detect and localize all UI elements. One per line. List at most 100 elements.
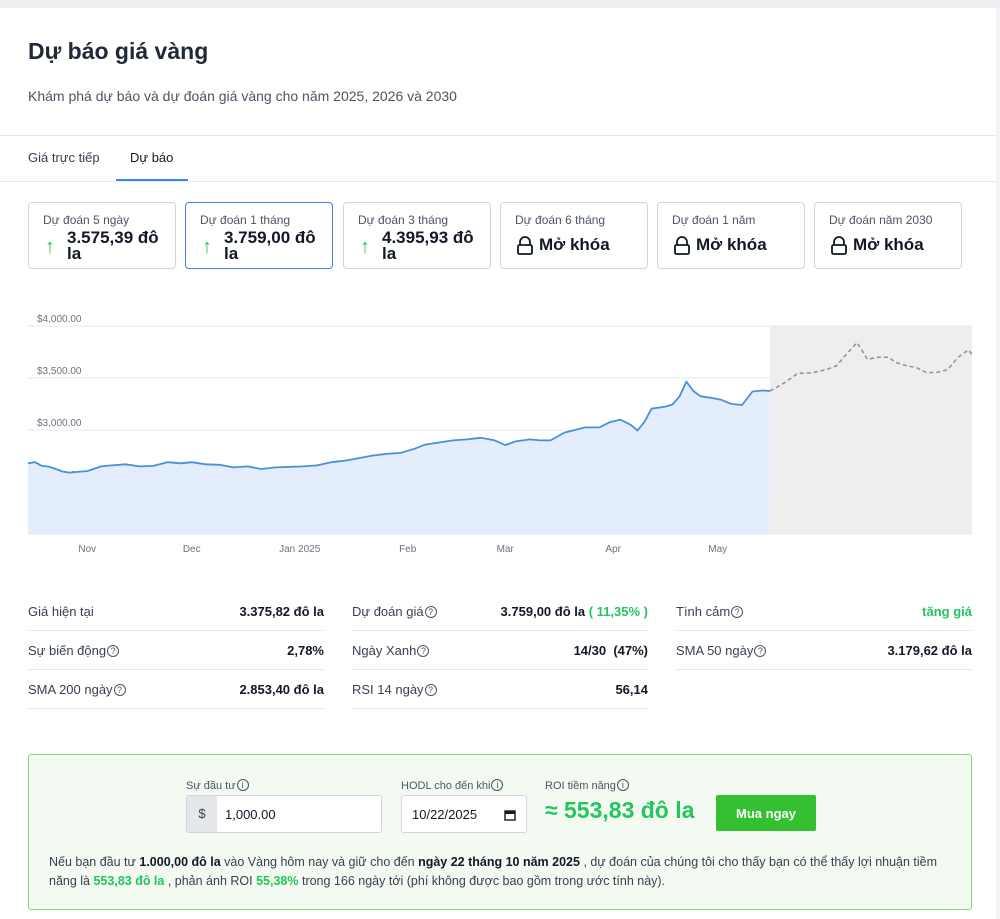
hodl-label: HODL cho đến khi	[401, 780, 491, 792]
stat-value: 2.853,40 đô la	[239, 682, 324, 697]
tab-bar: Giá trực tiếp Dự báo	[0, 136, 996, 182]
forecast-card: Dự báo giá vàng Khám phá dự báo và dự đo…	[0, 8, 996, 919]
forecast-card-6-month[interactable]: Dự đoán 6 tháng Mở khóa	[500, 202, 648, 269]
x-tick-label: Feb	[399, 544, 417, 555]
note-text: Nếu bạn đầu tư	[49, 855, 140, 869]
stat-label-wrap: Ngày Xanh?	[352, 643, 430, 658]
forecast-card-label: Dự đoán năm 2030	[829, 213, 933, 227]
help-icon[interactable]: ?	[731, 606, 744, 618]
x-tick-label: Apr	[605, 544, 621, 555]
help-icon[interactable]: ?	[754, 645, 767, 657]
stat-label-wrap: RSI 14 ngày?	[352, 682, 437, 697]
page-title: Dự báo giá vàng	[28, 38, 209, 64]
investment-input[interactable]	[225, 805, 375, 823]
stat-label: Dự đoán giá	[352, 604, 424, 619]
unlock-text: Mở khóa	[696, 235, 767, 254]
calendar-icon[interactable]	[504, 809, 516, 821]
note-roi-percent: 55,38%	[256, 874, 299, 888]
note-text: trong 166 ngày tới (phí không được bao g…	[298, 874, 666, 888]
note-amount: 1.000,00 đô la	[139, 855, 221, 869]
note-date: ngày 22 tháng 10 năm 2025	[418, 855, 580, 869]
stat-value: tăng giá	[922, 604, 972, 619]
stat-label-wrap: Sự biến động?	[28, 643, 120, 658]
stat-row-sma-200: SMA 200 ngày? 2.853,40 đô la	[28, 670, 324, 709]
y-tick-label: $4,000.00	[37, 314, 82, 325]
lock-icon	[674, 236, 690, 255]
hodl-date-input[interactable]: 10/22/2025	[401, 795, 527, 833]
stat-label-wrap: SMA 50 ngày?	[676, 643, 767, 658]
stat-label: SMA 50 ngày	[676, 643, 754, 658]
stat-row-green-days: Ngày Xanh? 14/30 (47%)	[352, 631, 648, 670]
hodl-date-value: 10/22/2025	[412, 807, 478, 822]
info-icon[interactable]: i	[491, 779, 504, 791]
stats-column-3: Tình cảm? tăng giá SMA 50 ngày? 3.179,62…	[676, 592, 972, 670]
stat-row-current-price: Giá hiện tại 3.375,82 đô la	[28, 592, 324, 631]
forecast-card-5-day[interactable]: Dự đoán 5 ngày ↑ 3.575,39 đô la	[28, 202, 176, 269]
top-strip	[0, 0, 1000, 8]
forecast-card-value: 3.759,00 đô la	[224, 228, 316, 263]
roi-calculator: Sự đầu tư i HODL cho đến khi i ROI tiềm nă…	[28, 754, 972, 910]
stat-label: SMA 200 ngày	[28, 682, 113, 697]
stat-change-percent: ( 11,35% )	[588, 604, 648, 619]
forecast-card-label: Dự đoán 3 tháng	[358, 213, 449, 227]
stat-label: Ngày Xanh	[352, 643, 417, 658]
hodl-label-wrap: HODL cho đến khi i	[401, 779, 504, 792]
stat-value: 3.759,00 đô la	[500, 604, 586, 619]
stat-row-volatility: Sự biến động? 2,78%	[28, 631, 324, 670]
price-chart[interactable]: $4,000.00$3,500.00$3,000.00$2,500.00$2,0…	[0, 308, 996, 558]
stat-row-rsi-14: RSI 14 ngày? 56,14	[352, 670, 648, 709]
forecast-card-label: Dự đoán 5 ngày	[43, 213, 130, 227]
stat-value: 14/30 (47%)	[573, 643, 648, 658]
stat-label-wrap: Tình cảm?	[676, 604, 744, 619]
stat-label: Sự biến động	[28, 643, 107, 658]
forecast-card-3-month[interactable]: Dự đoán 3 tháng ↑ 4.395,93 đô la	[343, 202, 491, 269]
help-icon[interactable]: ?	[417, 645, 430, 657]
forecast-card-1-year[interactable]: Dự đoán 1 năm Mở khóa	[657, 202, 805, 269]
buy-now-button[interactable]: Mua ngay	[716, 795, 816, 831]
stats-grid: Giá hiện tại 3.375,82 đô la Sự biến động…	[28, 592, 972, 722]
note-text: vào Vàng hôm nay và giữ cho đến	[220, 855, 419, 869]
stat-row-sma-50: SMA 50 ngày? 3.179,62 đô la	[676, 631, 972, 670]
arrow-up-icon: ↑	[45, 236, 55, 258]
stat-value: 3.179,62 đô la	[887, 643, 972, 658]
unlock-text: Mở khóa	[539, 235, 610, 254]
roi-value: ≈ 553,83 đô la	[545, 797, 695, 823]
help-icon[interactable]: ?	[113, 684, 126, 696]
info-icon[interactable]: i	[616, 779, 629, 791]
note-text: , phản ánh ROI	[164, 874, 257, 888]
x-tick-label: Dec	[183, 544, 201, 555]
forecast-card-value: 4.395,93 đô la	[382, 228, 474, 263]
arrow-up-icon: ↑	[360, 236, 370, 258]
roi-label: ROI tiềm năng	[545, 780, 616, 792]
page-header: Dự báo giá vàng Khám phá dự báo và dự đo…	[0, 8, 996, 136]
help-icon[interactable]: ?	[424, 606, 437, 618]
forecast-card-label: Dự đoán 6 tháng	[515, 213, 606, 227]
lock-icon	[831, 236, 847, 255]
active-tab-indicator	[116, 179, 188, 181]
tab-live-price[interactable]: Giá trực tiếp	[28, 150, 100, 165]
stat-value-wrap: 3.759,00 đô la ( 11,35% )	[501, 604, 648, 619]
forecast-region	[769, 326, 972, 534]
currency-prefix: $	[187, 796, 217, 832]
y-tick-label: $3,000.00	[37, 418, 82, 429]
forecast-card-value: 3.575,39 đô la	[67, 228, 159, 263]
forecast-card-2030[interactable]: Dự đoán năm 2030 Mở khóa	[814, 202, 962, 269]
stat-label: Tình cảm	[676, 604, 731, 619]
x-tick-label: Jan 2025	[279, 544, 321, 555]
forecast-card-1-month[interactable]: Dự đoán 1 tháng ↑ 3.759,00 đô la	[185, 202, 333, 269]
stat-label: Giá hiện tại	[28, 604, 94, 619]
help-icon[interactable]: ?	[424, 684, 437, 696]
lock-icon	[517, 236, 533, 255]
forecast-card-label: Dự đoán 1 tháng	[200, 213, 291, 227]
invest-label: Sự đầu tư	[186, 780, 236, 792]
note-profit: 553,83 đô la	[93, 874, 165, 888]
tab-forecast[interactable]: Dự báo	[130, 150, 173, 165]
stat-value: 56,14	[615, 682, 648, 697]
historical-area	[28, 381, 770, 534]
help-icon[interactable]: ?	[107, 645, 120, 657]
stat-row-price-prediction: Dự đoán giá? 3.759,00 đô la ( 11,35% )	[352, 592, 648, 631]
info-icon[interactable]: i	[236, 779, 249, 791]
stat-label: RSI 14 ngày	[352, 682, 424, 697]
stat-row-sentiment: Tình cảm? tăng giá	[676, 592, 972, 631]
forecast-card-label: Dự đoán 1 năm	[672, 213, 756, 227]
